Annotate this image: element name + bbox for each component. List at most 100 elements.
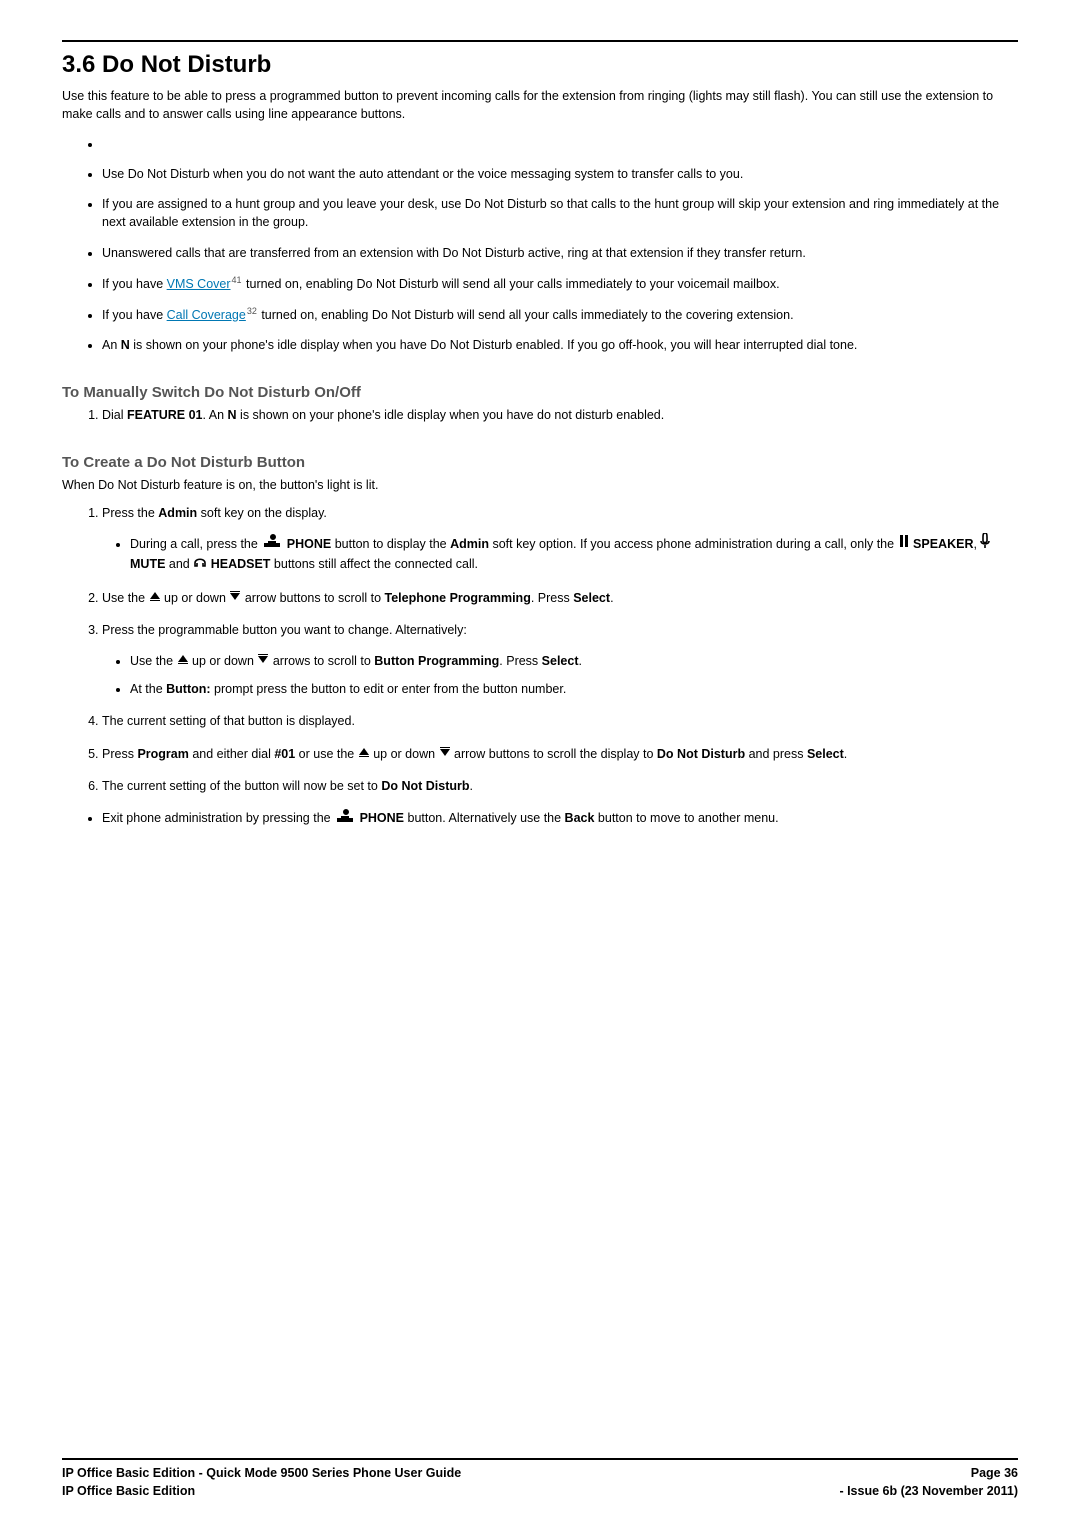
create-step-3a: Use the up or down arrows to scroll to B… [130,652,1018,671]
speaker-icon [898,534,910,553]
speaker-label: SPEAKER [913,537,973,551]
footer-left-1: IP Office Basic Edition - Quick Mode 950… [62,1464,461,1482]
text: prompt press the button to edit or enter… [211,682,567,696]
create-step-1a: During a call, press the PHONE button to… [130,534,1018,574]
text: is shown on your phone's idle display wh… [130,338,858,352]
text: Dial [102,408,127,422]
feature-bullet: Use Do Not Disturb when you do not want … [102,165,1018,183]
text: and either dial [189,747,274,761]
select-key: Select [807,747,844,761]
admin-key: Admin [158,506,197,520]
do-not-disturb: Do Not Disturb [657,747,745,761]
text: turned on, enabling Do Not Disturb will … [258,308,794,322]
text: . [844,747,847,761]
text: Use the [130,654,177,668]
page-ref: 32 [246,306,258,316]
create-step-1: Press the Admin soft key on the display.… [102,504,1018,575]
manual-switch-section: To Manually Switch Do Not Disturb On/Off… [62,382,1018,424]
text: , [973,537,980,551]
feature-bullet-empty [102,135,1018,153]
create-step-3: Press the programmable button you want t… [102,621,1018,698]
text: up or down [164,591,229,605]
exit-bullet: Exit phone administration by pressing th… [102,809,1018,828]
feature-bullet-vms: If you have VMS Cover41 turned on, enabl… [102,274,1018,293]
text: soft key option. If you access phone adm… [489,537,898,551]
text: . Press [499,654,541,668]
select-key: Select [573,591,610,605]
headset-label: HEADSET [211,557,271,571]
text: soft key on the display. [197,506,327,520]
text: . Press [531,591,573,605]
up-arrow-icon [149,588,161,606]
footer-left-2: IP Office Basic Edition [62,1482,195,1500]
up-arrow-icon [177,651,189,669]
text: Press the [102,506,158,520]
text: button to move to another menu. [594,811,778,825]
manual-switch-heading: To Manually Switch Do Not Disturb On/Off [62,382,1018,404]
feature-bullet: Unanswered calls that are transferred fr… [102,244,1018,262]
text: turned on, enabling Do Not Disturb will … [243,277,780,291]
button-prompt: Button: [166,682,210,696]
page-ref: 41 [231,275,243,285]
create-step-3b: At the Button: prompt press the button t… [130,680,1018,698]
text: The current setting of the button will n… [102,779,381,793]
exit-note: Exit phone administration by pressing th… [62,809,1018,828]
do-not-disturb: Do Not Disturb [381,779,469,793]
create-button-section: To Create a Do Not Disturb Button When D… [62,452,1018,828]
feature-bullet-n-indicator: An N is shown on your phone's idle displ… [102,336,1018,354]
create-step-4: The current setting of that button is di… [102,712,1018,730]
text: Press [102,747,137,761]
text: buttons still affect the connected call. [270,557,478,571]
text: button. Alternatively use the [408,811,565,825]
create-button-heading: To Create a Do Not Disturb Button [62,452,1018,474]
vms-cover-link[interactable]: VMS Cover [167,277,231,291]
text: up or down [192,654,257,668]
headset-icon [193,555,207,574]
footer-row-1: IP Office Basic Edition - Quick Mode 950… [62,1464,1018,1482]
section-heading: 3.6 Do Not Disturb [62,48,1018,83]
text: Exit phone administration by pressing th… [102,811,334,825]
feature-code: FEATURE 01 [127,408,202,422]
phone-label: PHONE [360,811,404,825]
up-arrow-icon [358,744,370,762]
text: button to display the [335,537,450,551]
phone-icon [261,534,283,553]
n-letter: N [121,338,130,352]
text: If you have [102,308,167,322]
create-step-6: The current setting of the button will n… [102,777,1018,795]
dial-code: #01 [274,747,295,761]
create-step-5: Press Program and either dial #01 or use… [102,745,1018,764]
call-coverage-link[interactable]: Call Coverage [167,308,246,322]
text: . [579,654,582,668]
create-step-2: Use the up or down arrow buttons to scro… [102,589,1018,608]
text: and press [745,747,807,761]
select-key: Select [542,654,579,668]
feature-bullet-call-coverage: If you have Call Coverage32 turned on, e… [102,305,1018,324]
program-key: Program [137,747,188,761]
text: During a call, press the [130,537,261,551]
text: If you have [102,277,167,291]
telephone-programming: Telephone Programming [385,591,531,605]
text: arrows to scroll to [273,654,374,668]
create-steps: Press the Admin soft key on the display.… [62,504,1018,795]
feature-bullets: Use Do Not Disturb when you do not want … [62,135,1018,354]
create-step-1-sub: During a call, press the PHONE button to… [102,534,1018,574]
button-programming: Button Programming [374,654,499,668]
top-rule [62,40,1018,42]
phone-label: PHONE [287,537,331,551]
feature-bullet: If you are assigned to a hunt group and … [102,195,1018,231]
text: An [102,338,121,352]
mute-label: MUTE [130,557,165,571]
down-arrow-icon [439,744,451,762]
text: Use the [102,591,149,605]
footer-right-1: Page 36 [971,1464,1018,1482]
create-step-3-sub: Use the up or down arrows to scroll to B… [102,652,1018,699]
text: and [165,557,193,571]
text: . An [203,408,228,422]
manual-step: Dial FEATURE 01. An N is shown on your p… [102,406,1018,424]
text: arrow buttons to scroll to [245,591,385,605]
admin-key: Admin [450,537,489,551]
page-footer: IP Office Basic Edition - Quick Mode 950… [62,1458,1018,1500]
footer-row-2: IP Office Basic Edition - Issue 6b (23 N… [62,1482,1018,1500]
down-arrow-icon [229,588,241,606]
